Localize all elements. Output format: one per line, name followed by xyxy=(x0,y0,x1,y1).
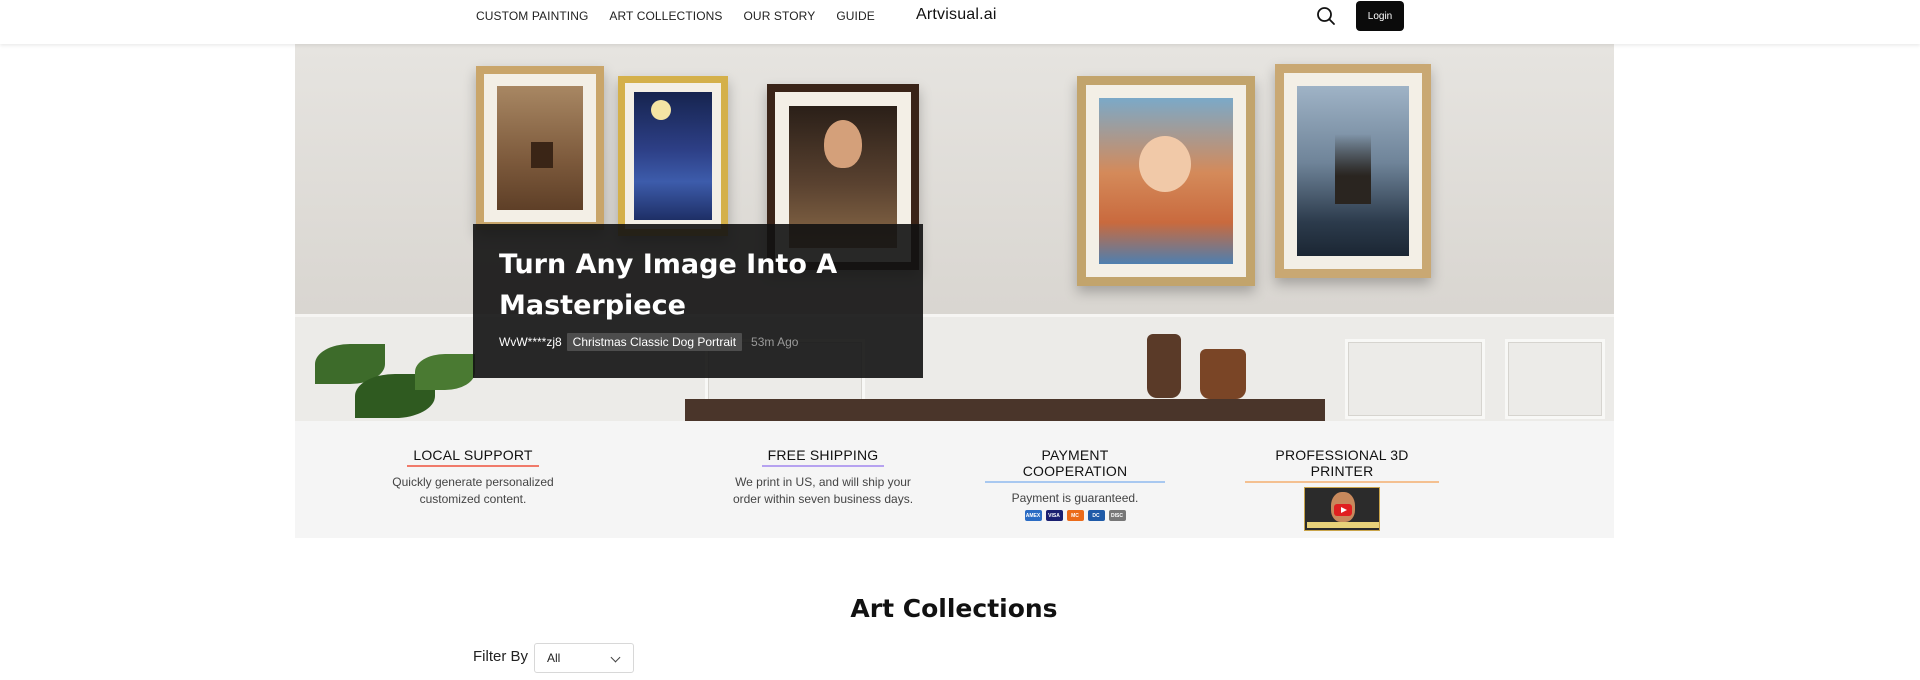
features-bar: LOCAL SUPPORT Quickly generate personali… xyxy=(295,421,1614,538)
plant xyxy=(415,354,475,390)
mastercard-icon: MC xyxy=(1066,510,1084,521)
feature-desc: We print in US, and will ship your order… xyxy=(732,475,914,506)
nav-custom-painting[interactable]: CUSTOM PAINTING xyxy=(476,9,588,23)
recent-order: WvW****zj8 Christmas Classic Dog Portrai… xyxy=(499,333,798,351)
panel-moulding xyxy=(1505,339,1605,419)
filter-label: Filter By xyxy=(473,648,529,665)
main-nav: CUSTOM PAINTING ART COLLECTIONS OUR STOR… xyxy=(476,0,875,32)
amex-icon: AMEX xyxy=(1024,510,1042,521)
feature-desc: Payment is guaranteed. xyxy=(1011,491,1139,505)
filter-dropdown[interactable]: All xyxy=(534,643,634,673)
feature-3d-printer: PROFESSIONAL 3D PRINTER xyxy=(1245,447,1439,531)
search-icon[interactable] xyxy=(1316,6,1340,26)
order-user: WvW****zj8 xyxy=(499,335,562,349)
painting-frame xyxy=(618,76,728,236)
visa-icon: VISA xyxy=(1045,510,1063,521)
feature-free-shipping: FREE SHIPPING We print in US, and will s… xyxy=(719,447,927,508)
site-header: CUSTOM PAINTING ART COLLECTIONS OUR STOR… xyxy=(0,0,1920,44)
painting-frame xyxy=(1077,76,1255,286)
diners-icon: DC xyxy=(1087,510,1105,521)
sideboard xyxy=(685,399,1325,421)
feature-payment: PAYMENT COOPERATION Payment is guarantee… xyxy=(985,447,1165,521)
painting-frame xyxy=(476,66,604,230)
nav-our-story[interactable]: OUR STORY xyxy=(744,9,816,23)
vase xyxy=(1200,349,1246,399)
hero-headline: Turn Any Image Into A Masterpiece xyxy=(499,249,838,321)
painting-frame xyxy=(1275,64,1431,278)
feature-title: LOCAL SUPPORT xyxy=(407,447,539,467)
login-button[interactable]: Login xyxy=(1356,1,1404,31)
video-thumbnail[interactable] xyxy=(1304,487,1380,531)
order-time: 53m Ago xyxy=(751,335,799,349)
feature-desc: Quickly generate personalized customized… xyxy=(392,475,554,506)
vase xyxy=(1147,334,1181,398)
chevron-down-icon xyxy=(610,652,621,663)
brand-logo[interactable]: Artvisual.ai xyxy=(916,6,997,24)
nav-art-collections[interactable]: ART COLLECTIONS xyxy=(609,9,722,23)
discover-icon: DISC xyxy=(1108,510,1126,521)
hero-overlay: Turn Any Image Into A Masterpiece WvW***… xyxy=(473,224,923,378)
feature-title: PROFESSIONAL 3D PRINTER xyxy=(1245,447,1439,483)
order-tag[interactable]: Christmas Classic Dog Portrait xyxy=(566,333,743,351)
panel-moulding xyxy=(1345,339,1485,419)
feature-title: FREE SHIPPING xyxy=(761,447,885,467)
filter-value: All xyxy=(547,651,561,665)
payment-cards: AMEX VISA MC DC DISC xyxy=(985,510,1165,521)
feature-title: PAYMENT COOPERATION xyxy=(985,447,1165,483)
section-title: Art Collections xyxy=(850,594,1058,623)
play-icon[interactable] xyxy=(1334,504,1352,516)
feature-local-support: LOCAL SUPPORT Quickly generate personali… xyxy=(387,447,559,508)
nav-guide[interactable]: GUIDE xyxy=(836,9,875,23)
